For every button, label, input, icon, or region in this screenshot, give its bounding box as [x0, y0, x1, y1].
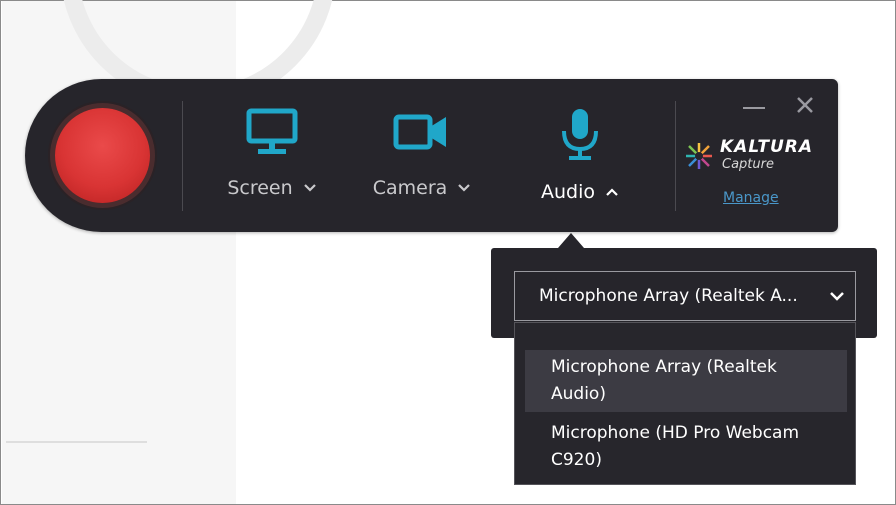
- microphone-option[interactable]: Microphone Array (Realtek Audio): [525, 350, 847, 412]
- microphone-select-value: Microphone Array (Realtek A...: [539, 286, 798, 306]
- kaltura-logo: KALTURA Capture: [680, 137, 830, 177]
- chevron-down-icon: [458, 184, 471, 192]
- screen-source-button[interactable]: Screen: [217, 107, 327, 207]
- option-text: Microphone Array (Realtek: [551, 357, 777, 377]
- camera-source-button[interactable]: Camera: [367, 107, 477, 207]
- audio-label: Audio: [540, 181, 595, 203]
- camera-label: Camera: [372, 177, 448, 199]
- video-camera-icon: [393, 114, 446, 150]
- chevron-down-icon: [303, 184, 316, 192]
- microphone-select[interactable]: Microphone Array (Realtek A...: [514, 271, 856, 321]
- capture-toolbar: Screen Camera Audio KALTURA Capture Mana…: [25, 79, 838, 232]
- popup-pointer: [558, 233, 584, 248]
- brand-name: KALTURA: [720, 137, 813, 157]
- audio-source-button[interactable]: Audio: [530, 107, 630, 207]
- background-divider: [6, 441, 147, 443]
- brand-subtitle: Capture: [722, 157, 774, 172]
- chevron-up-icon: [606, 188, 618, 196]
- option-text: C920): [551, 450, 602, 470]
- microphone-option[interactable]: Microphone (HD Pro Webcam C920): [525, 417, 847, 477]
- kaltura-burst-icon: [686, 143, 712, 169]
- chevron-down-icon: [830, 292, 844, 301]
- microphone-options-list: Microphone Array (Realtek Audio) Microph…: [514, 322, 856, 485]
- option-text: Microphone (HD Pro Webcam: [551, 423, 800, 443]
- close-icon[interactable]: [795, 95, 815, 115]
- screen-label: Screen: [227, 177, 293, 199]
- monitor-icon: [246, 108, 298, 154]
- minimize-icon[interactable]: [743, 107, 765, 109]
- option-text: Audio): [551, 384, 606, 404]
- record-button[interactable]: [55, 108, 150, 203]
- toolbar-divider: [675, 101, 676, 211]
- microphone-icon: [562, 109, 598, 160]
- toolbar-divider: [182, 101, 183, 211]
- manage-link[interactable]: Manage: [723, 190, 779, 206]
